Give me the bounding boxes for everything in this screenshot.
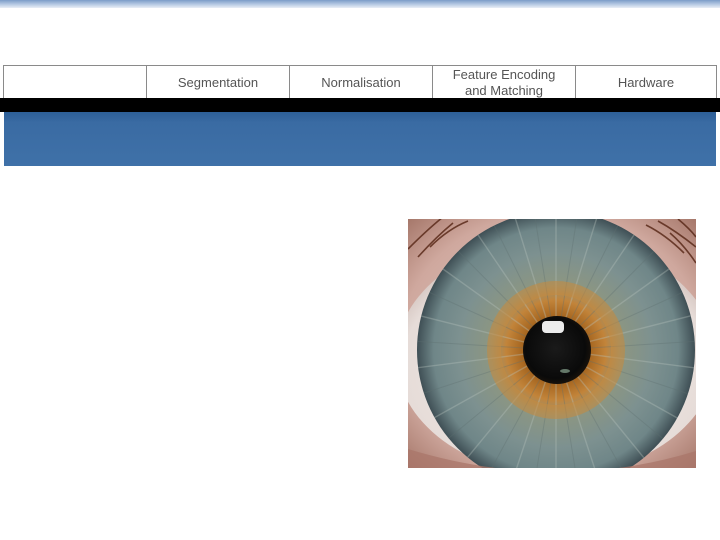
tab-segmentation[interactable]: Segmentation (147, 66, 290, 99)
tab-segmentation-label: Segmentation (177, 74, 259, 90)
title-banner (4, 112, 716, 166)
header-divider-band (0, 98, 720, 112)
tab-feature-encoding-label: Feature Encoding and Matching (452, 66, 556, 98)
iris-image (408, 219, 696, 468)
iris-photo (408, 219, 696, 468)
tab-feature-encoding[interactable]: Feature Encoding and Matching (433, 66, 576, 99)
tab-normalisation-label: Normalisation (321, 74, 401, 90)
navigation-bar: Segmentation Normalisation Feature Encod… (3, 65, 717, 99)
top-stripe (0, 0, 720, 8)
tab-hardware[interactable]: Hardware (576, 66, 717, 99)
tab-hardware-label: Hardware (617, 74, 675, 90)
nav-empty-cell (4, 66, 147, 99)
tab-normalisation[interactable]: Normalisation (290, 66, 433, 99)
